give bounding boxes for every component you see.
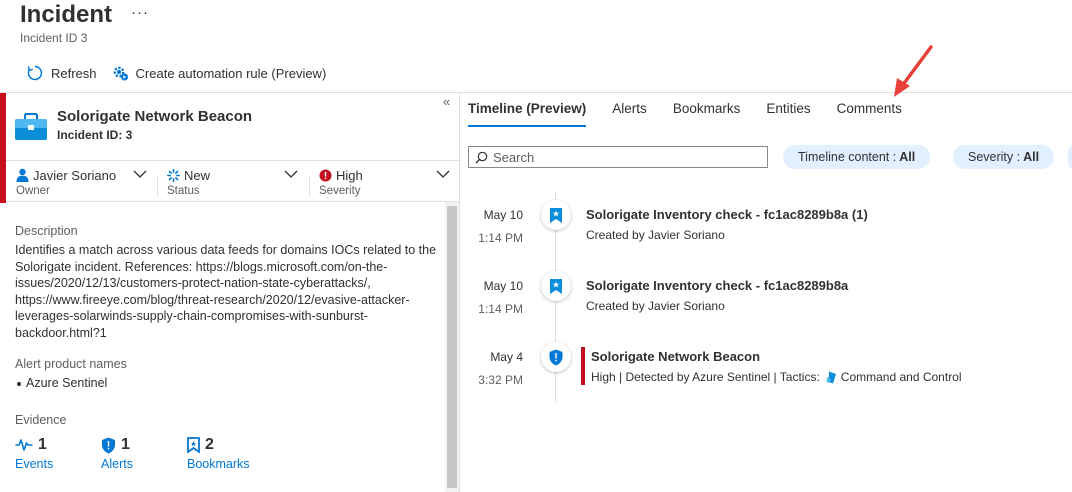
- timeline-item-title[interactable]: Solorigate Inventory check - fc1ac8289b8…: [586, 278, 848, 293]
- bookmark-icon: [550, 207, 562, 223]
- status-label: Status: [167, 185, 200, 197]
- details-scrollbar-thumb[interactable]: [447, 206, 457, 488]
- tactic-label[interactable]: Command and Control: [841, 370, 962, 384]
- bookmarks-count: 2: [205, 436, 214, 453]
- refresh-label: Refresh: [51, 65, 97, 81]
- next-filter-pill[interactable]: [1068, 145, 1072, 169]
- timeline-item-subtitle: Created by Javier Soriano: [586, 299, 725, 313]
- description-text: Identifies a match across various data f…: [15, 243, 437, 340]
- description-label: Description: [15, 224, 78, 238]
- timeline-search-box[interactable]: [468, 146, 768, 168]
- status-value: New: [184, 167, 211, 183]
- tab-alerts[interactable]: Alerts: [612, 101, 647, 127]
- refresh-button[interactable]: Refresh: [26, 64, 97, 82]
- refresh-icon: [27, 65, 43, 81]
- tactic-icon: [826, 371, 836, 383]
- incident-details-panel: « Solorigate Network Beacon Incident ID:…: [0, 93, 460, 492]
- create-automation-rule-button[interactable]: Create automation rule (Preview): [111, 64, 327, 82]
- timeline-bookmark-node: [541, 271, 571, 301]
- timeline-item-subtitle-text: High | Detected by Azure Sentinel | Tact…: [591, 370, 820, 384]
- collapse-panel-icon[interactable]: «: [443, 94, 450, 109]
- severity-label: Severity: [319, 185, 361, 197]
- status-dropdown[interactable]: New Status: [167, 167, 302, 199]
- timeline-item-time: 1:14 PM: [478, 231, 523, 245]
- timeline-item-subtitle: High | Detected by Azure Sentinel | Tact…: [591, 370, 962, 384]
- bookmarks-link[interactable]: Bookmarks: [187, 457, 250, 471]
- incident-name: Solorigate Network Beacon: [57, 108, 253, 125]
- tab-timeline[interactable]: Timeline (Preview): [468, 101, 587, 127]
- timeline-content-filter[interactable]: Timeline content : All: [783, 145, 931, 169]
- field-separator: [309, 177, 310, 197]
- alert-shield-icon: [102, 437, 115, 453]
- timeline-item-date: May 10: [483, 279, 523, 293]
- tab-comments[interactable]: Comments: [837, 101, 902, 127]
- field-separator: [157, 177, 158, 197]
- severity-filter-value: All: [1023, 150, 1040, 164]
- search-input[interactable]: [493, 149, 753, 165]
- toolbar: Refresh Create automation rule (Preview): [26, 62, 340, 84]
- owner-label: Owner: [16, 185, 50, 197]
- timeline-item-time: 3:32 PM: [478, 373, 523, 387]
- owner-value: Javier Soriano: [33, 167, 117, 183]
- events-count: 1: [38, 436, 47, 453]
- tab-bookmarks[interactable]: Bookmarks: [673, 101, 741, 127]
- automation-gear-icon: [113, 66, 128, 81]
- timeline-item-subtitle: Created by Javier Soriano: [586, 228, 725, 242]
- page-title: Incident: [20, 1, 113, 28]
- incident-tabs: Timeline (Preview) Alerts Bookmarks Enti…: [468, 101, 928, 131]
- evidence-bookmarks[interactable]: 2 Bookmarks: [187, 435, 250, 471]
- events-pulse-icon: [15, 439, 33, 451]
- bookmark-icon: [550, 278, 562, 294]
- tab-entities[interactable]: Entities: [766, 101, 810, 127]
- timeline-item-title[interactable]: Solorigate Inventory check - fc1ac8289b8…: [586, 207, 868, 222]
- incident-id: Incident ID: 3: [57, 128, 133, 142]
- alerts-count: 1: [121, 436, 130, 453]
- severity-indicator-bar: [0, 93, 6, 203]
- evidence-alerts[interactable]: 1 Alerts: [101, 435, 133, 471]
- search-icon: [475, 151, 488, 163]
- owner-dropdown[interactable]: Javier Soriano Owner: [16, 167, 151, 199]
- alert-product-item: Azure Sentinel: [16, 376, 108, 390]
- timeline-alert-node: [541, 342, 571, 372]
- details-scroll-area: Description Identifies a match across va…: [6, 202, 444, 492]
- timeline-item-time: 1:14 PM: [478, 302, 523, 316]
- timeline-item-subtitle-text: Created by Javier Soriano: [586, 228, 725, 242]
- timeline-item-subtitle-text: Created by Javier Soriano: [586, 299, 725, 313]
- chevron-down-icon: [133, 170, 147, 178]
- alert-product-names-label: Alert product names: [15, 357, 127, 371]
- alert-shield-icon: [549, 349, 563, 365]
- annotation-arrow-icon: [894, 45, 933, 97]
- new-status-icon: [167, 168, 180, 182]
- timeline-item-title[interactable]: Solorigate Network Beacon: [591, 349, 760, 364]
- briefcase-icon: [15, 113, 47, 140]
- events-link[interactable]: Events: [15, 457, 53, 471]
- high-severity-icon: [319, 169, 332, 181]
- alerts-link[interactable]: Alerts: [101, 457, 133, 471]
- severity-value: High: [336, 167, 363, 183]
- timeline-content-filter-value: All: [899, 150, 916, 164]
- fields-divider-top: [6, 160, 460, 161]
- create-automation-rule-label: Create automation rule (Preview): [135, 65, 327, 81]
- evidence-label: Evidence: [15, 413, 67, 427]
- chevron-down-icon: [436, 170, 450, 178]
- timeline-item-date: May 10: [483, 208, 523, 222]
- timeline-content-filter-label: Timeline content :: [798, 150, 897, 164]
- more-options-button[interactable]: ···: [131, 4, 149, 21]
- severity-filter[interactable]: Severity : All: [953, 145, 1055, 169]
- person-icon: [16, 168, 29, 182]
- chevron-down-icon: [284, 170, 298, 178]
- severity-filter-label: Severity :: [968, 150, 1021, 164]
- severity-dropdown[interactable]: High Severity: [319, 167, 453, 199]
- evidence-events[interactable]: 1 Events: [15, 435, 53, 471]
- timeline-bookmark-node: [541, 200, 571, 230]
- bookmark-icon: [187, 437, 200, 453]
- alert-severity-bar: [581, 347, 585, 385]
- page-subtitle: Incident ID 3: [20, 31, 88, 45]
- timeline-item-date: May 4: [490, 350, 523, 364]
